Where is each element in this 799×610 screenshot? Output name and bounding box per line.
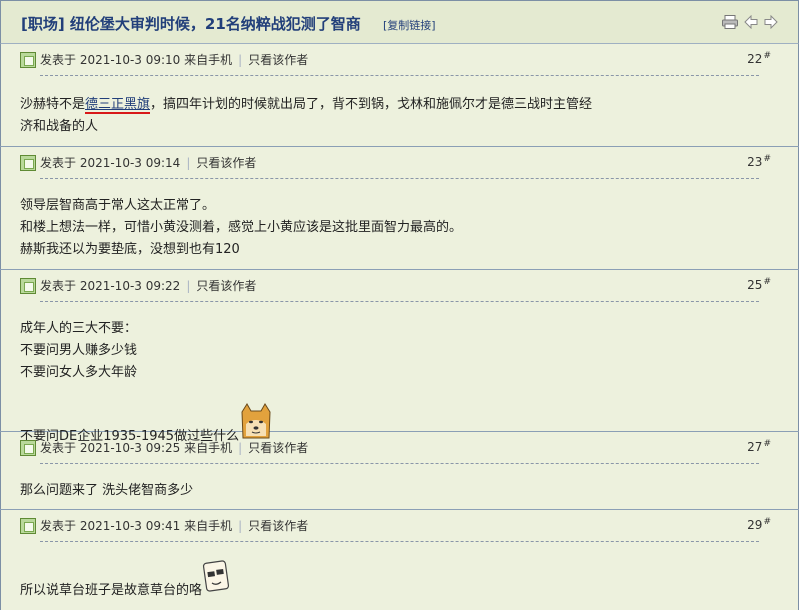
post-time: 发表于 2021-10-3 09:10 来自手机: [40, 53, 233, 67]
user-avatar-icon[interactable]: [20, 440, 36, 456]
post-content: 那么问题来了 洗头佬智商多少: [20, 483, 194, 498]
header-divider: [40, 301, 759, 302]
post-time: 发表于 2021-10-3 09:22: [40, 279, 181, 293]
header-divider: [40, 178, 759, 179]
post-item: 发表于 2021-10-3 09:41 来自手机 | 只看该作者 29# 所以说草台…: [0, 510, 799, 610]
header-divider: [40, 541, 759, 542]
post-header: 发表于 2021-10-3 09:25 来自手机 | 只看该作者 27#: [20, 432, 779, 466]
inline-link[interactable]: 德三正黑旗: [85, 97, 151, 114]
meta-separator: |: [186, 279, 191, 293]
post-meta: 发表于 2021-10-3 09:41 来自手机 | 只看该作者: [40, 517, 308, 534]
user-avatar-icon[interactable]: [20, 155, 36, 171]
post-meta: 发表于 2021-10-3 09:10 来自手机 | 只看该作者: [40, 51, 308, 68]
only-author-link[interactable]: 只看该作者: [248, 519, 308, 533]
user-avatar-icon[interactable]: [20, 52, 36, 68]
copy-link-button[interactable]: [复制链接]: [383, 17, 436, 33]
post-item: 发表于 2021-10-3 09:14 | 只看该作者 23# 领导层智商高于常人这…: [0, 147, 799, 270]
only-author-link[interactable]: 只看该作者: [196, 156, 256, 170]
post-item: 发表于 2021-10-3 09:22 | 只看该作者 25# 成年人的三大不要： …: [0, 270, 799, 444]
prev-icon[interactable]: [744, 15, 758, 29]
post-content: 所以说草台班子是故意草台的咯: [20, 560, 779, 602]
sunglasses-face-emoji: [202, 560, 230, 602]
post-meta: 发表于 2021-10-3 09:22 | 只看该作者: [40, 277, 256, 294]
post-item: 发表于 2021-10-3 09:25 来自手机 | 只看该作者 27# 那么问题来…: [0, 432, 799, 510]
post-content: 领导层智商高于常人这太正常了。 和楼上想法一样，可惜小黄没测着，感觉上小黄应该是…: [20, 198, 463, 257]
post-header: 发表于 2021-10-3 09:14 | 只看该作者 23#: [20, 147, 779, 181]
user-avatar-icon[interactable]: [20, 518, 36, 534]
post-header: 发表于 2021-10-3 09:22 | 只看该作者 25#: [20, 270, 779, 304]
thread-header: [职场] 纽伦堡大审判时候，21名纳粹战犯测了智商 [复制链接]: [0, 0, 799, 44]
post-content: 成年人的三大不要： 不要问男人赚多少钱 不要问女人多大年龄 不要问DE企业193…: [20, 318, 779, 448]
only-author-link[interactable]: 只看该作者: [248, 53, 308, 67]
floor-number[interactable]: 27#: [747, 439, 771, 454]
header-divider: [40, 463, 759, 464]
post-header: 发表于 2021-10-3 09:10 来自手机 | 只看该作者 22#: [20, 44, 779, 78]
floor-number[interactable]: 25#: [747, 277, 771, 292]
post-meta: 发表于 2021-10-3 09:14 | 只看该作者: [40, 154, 256, 171]
post-item: 发表于 2021-10-3 09:10 来自手机 | 只看该作者 22# 沙赫特不是…: [0, 44, 799, 147]
post-meta: 发表于 2021-10-3 09:25 来自手机 | 只看该作者: [40, 439, 308, 456]
meta-separator: |: [238, 53, 243, 67]
post-time: 发表于 2021-10-3 09:14: [40, 156, 181, 170]
post-content: 沙赫特不是德三正黑旗，搞四年计划的时候就出局了，背不到锅，戈林和施佩尔才是德三战…: [20, 97, 593, 134]
post-time: 发表于 2021-10-3 09:25 来自手机: [40, 441, 233, 455]
thread-actions: [722, 15, 778, 29]
meta-separator: |: [238, 519, 243, 533]
meta-separator: |: [186, 156, 191, 170]
print-icon[interactable]: [722, 15, 738, 29]
thread-title: [职场] 纽伦堡大审判时候，21名纳粹战犯测了智商: [21, 15, 361, 33]
next-icon[interactable]: [764, 15, 778, 29]
post-time: 发表于 2021-10-3 09:41 来自手机: [40, 519, 233, 533]
post-header: 发表于 2021-10-3 09:41 来自手机 | 只看该作者 29#: [20, 510, 779, 544]
meta-separator: |: [238, 441, 243, 455]
only-author-link[interactable]: 只看该作者: [248, 441, 308, 455]
floor-number[interactable]: 29#: [747, 517, 771, 532]
only-author-link[interactable]: 只看该作者: [196, 279, 256, 293]
user-avatar-icon[interactable]: [20, 278, 36, 294]
floor-number[interactable]: 22#: [747, 51, 771, 66]
floor-number[interactable]: 23#: [747, 154, 771, 169]
header-divider: [40, 75, 759, 76]
